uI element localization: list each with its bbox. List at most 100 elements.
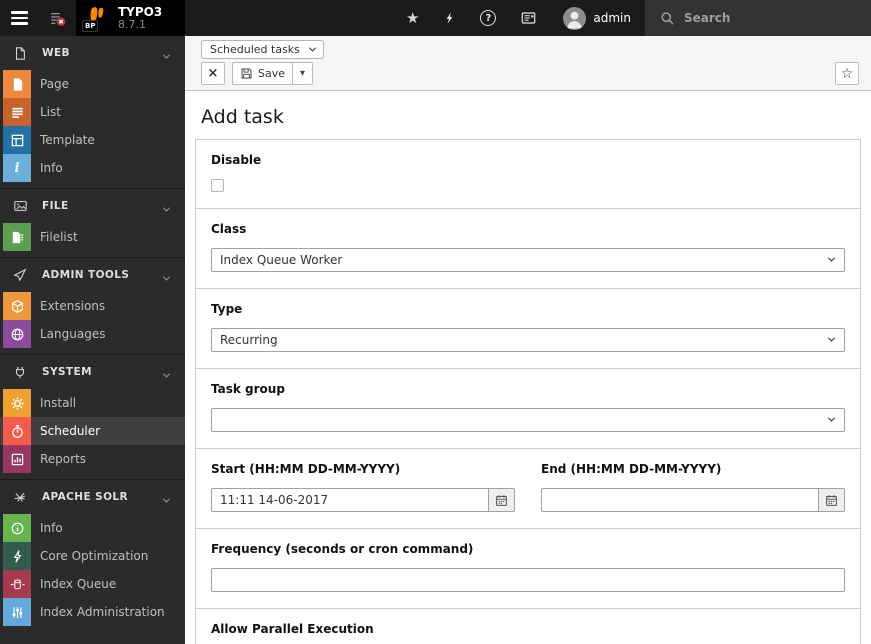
avatar	[563, 6, 587, 30]
disable-label: Disable	[211, 153, 262, 167]
sidebar-item-filelist[interactable]: Filelist	[0, 223, 185, 251]
sidebar-item-page[interactable]: Page	[0, 70, 185, 98]
section-admin-tools: ADMIN TOOLS Extensions Languages	[0, 257, 185, 354]
reports-module-icon	[3, 445, 31, 473]
type-label: Type	[211, 302, 243, 316]
topbar: BP TYPO3 8.7.1 ★ ? admin Search	[0, 0, 871, 36]
sidebar-item-list[interactable]: List	[0, 98, 185, 126]
username: admin	[593, 11, 631, 25]
chevron-down-icon	[308, 44, 316, 52]
sidebar-item-core-optimization[interactable]: Core Optimization	[0, 542, 185, 570]
disable-checkbox[interactable]	[211, 179, 224, 192]
start-input[interactable]	[211, 488, 489, 512]
section-system: SYSTEM Install Scheduler Reports	[0, 354, 185, 479]
scheduler-view-select[interactable]: Scheduled tasks	[201, 40, 324, 59]
web-section-icon	[6, 46, 34, 61]
bookmark-button[interactable]: ☆	[835, 62, 859, 85]
sidebar-item-extensions[interactable]: Extensions	[0, 292, 185, 320]
chevron-down-icon	[162, 266, 171, 285]
filelist-module-icon	[3, 223, 31, 251]
page-title: Add task	[201, 106, 284, 128]
start-calendar-button[interactable]	[489, 488, 515, 512]
parallel-execution-label: Allow Parallel Execution	[211, 622, 374, 636]
solr-info-module-icon	[3, 514, 31, 542]
end-input[interactable]	[541, 488, 819, 512]
star-icon: ★	[405, 9, 420, 27]
sidebar-section-web[interactable]: WEB	[0, 36, 185, 70]
template-module-icon	[3, 126, 31, 154]
task-group-section: Task group	[196, 368, 860, 448]
search-box[interactable]: Search	[645, 0, 871, 36]
chevron-down-icon	[827, 334, 836, 342]
add-task-form: Disable Class Index Queue Worker Type Re…	[195, 139, 861, 644]
star-outline-icon: ☆	[840, 65, 854, 82]
clear-cache-button[interactable]	[431, 0, 468, 36]
sidebar-item-info[interactable]: i Info	[0, 154, 185, 182]
calendar-icon	[496, 494, 507, 506]
sidebar-section-admin-tools[interactable]: ADMIN TOOLS	[0, 258, 185, 292]
index-administration-module-icon	[3, 598, 31, 626]
task-group-select[interactable]	[211, 408, 845, 432]
close-icon: ×	[207, 66, 219, 81]
docheader: Scheduled tasks × Save ▾ ☆	[185, 36, 871, 91]
extensions-module-icon	[3, 292, 31, 320]
sidebar-item-languages[interactable]: Languages	[0, 320, 185, 348]
core-optimization-module-icon	[3, 542, 31, 570]
list-badge-icon	[50, 12, 65, 26]
list-module-icon	[3, 98, 31, 126]
typo3-logo-icon: BP	[82, 5, 111, 32]
class-select[interactable]: Index Queue Worker	[211, 248, 845, 272]
shortcuts-button[interactable]: ★	[394, 0, 431, 36]
frequency-label: Frequency (seconds or cron command)	[211, 542, 474, 556]
sidebar-item-template[interactable]: Template	[0, 126, 185, 154]
class-label: Class	[211, 222, 247, 236]
workspace-cache-button[interactable]	[38, 0, 76, 36]
section-apache-solr: APACHE SOLR Info Core Optimization Index…	[0, 479, 185, 632]
sidebar-section-apache-solr[interactable]: APACHE SOLR	[0, 480, 185, 514]
install-module-icon	[3, 389, 31, 417]
sidebar-item-index-administration[interactable]: Index Administration	[0, 598, 185, 626]
sidebar-item-solr-info[interactable]: Info	[0, 514, 185, 542]
sidebar-item-index-queue[interactable]: Index Queue	[0, 570, 185, 598]
topbar-header: BP TYPO3 8.7.1	[0, 0, 185, 36]
end-label: End (HH:MM DD-MM-YYYY)	[541, 462, 722, 476]
help-icon: ?	[480, 10, 497, 26]
search-placeholder: Search	[684, 11, 731, 25]
sidebar-item-scheduler[interactable]: Scheduler	[0, 417, 185, 445]
parallel-execution-section: Allow Parallel Execution	[196, 608, 860, 644]
end-calendar-button[interactable]	[819, 488, 845, 512]
languages-module-icon	[3, 320, 31, 348]
user-menu[interactable]: admin	[549, 0, 645, 36]
apache-solr-section-icon	[6, 490, 34, 504]
section-web: WEB Page List Template i Info	[0, 36, 185, 188]
disable-section: Disable	[196, 140, 860, 208]
systeminformation-button[interactable]	[508, 0, 549, 36]
frequency-section: Frequency (seconds or cron command)	[196, 528, 860, 608]
module-menu: WEB Page List Template i Info FILE Filel…	[0, 36, 185, 644]
sidebar-section-system[interactable]: SYSTEM	[0, 355, 185, 389]
system-info-icon	[522, 12, 536, 24]
brand-name: TYPO3	[118, 4, 163, 19]
sidebar-section-file[interactable]: FILE	[0, 189, 185, 223]
frequency-input[interactable]	[211, 568, 845, 592]
save-options-button[interactable]: ▾	[293, 62, 314, 85]
hamburger-icon	[10, 11, 28, 25]
help-button[interactable]: ?	[468, 0, 508, 36]
caret-down-icon: ▾	[300, 68, 306, 79]
sidebar-item-install[interactable]: Install	[0, 389, 185, 417]
bolt-icon	[446, 12, 453, 24]
type-section: Type Recurring	[196, 288, 860, 368]
start-end-section: Start (HH:MM DD-MM-YYYY) 11:11 14-06-201…	[196, 448, 860, 528]
info-module-icon: i	[3, 154, 31, 182]
chevron-down-icon	[162, 363, 171, 382]
close-button[interactable]: ×	[201, 62, 225, 85]
menu-toggle-button[interactable]	[0, 0, 38, 36]
system-section-icon	[6, 365, 34, 380]
index-queue-module-icon	[3, 570, 31, 598]
sidebar-item-reports[interactable]: Reports	[0, 445, 185, 473]
brand-version: 8.7.1	[118, 17, 146, 31]
type-select[interactable]: Recurring	[211, 328, 845, 352]
typo3-logo-area[interactable]: BP TYPO3 8.7.1	[76, 0, 185, 36]
chevron-down-icon	[162, 44, 171, 63]
save-button[interactable]: Save	[232, 62, 294, 85]
